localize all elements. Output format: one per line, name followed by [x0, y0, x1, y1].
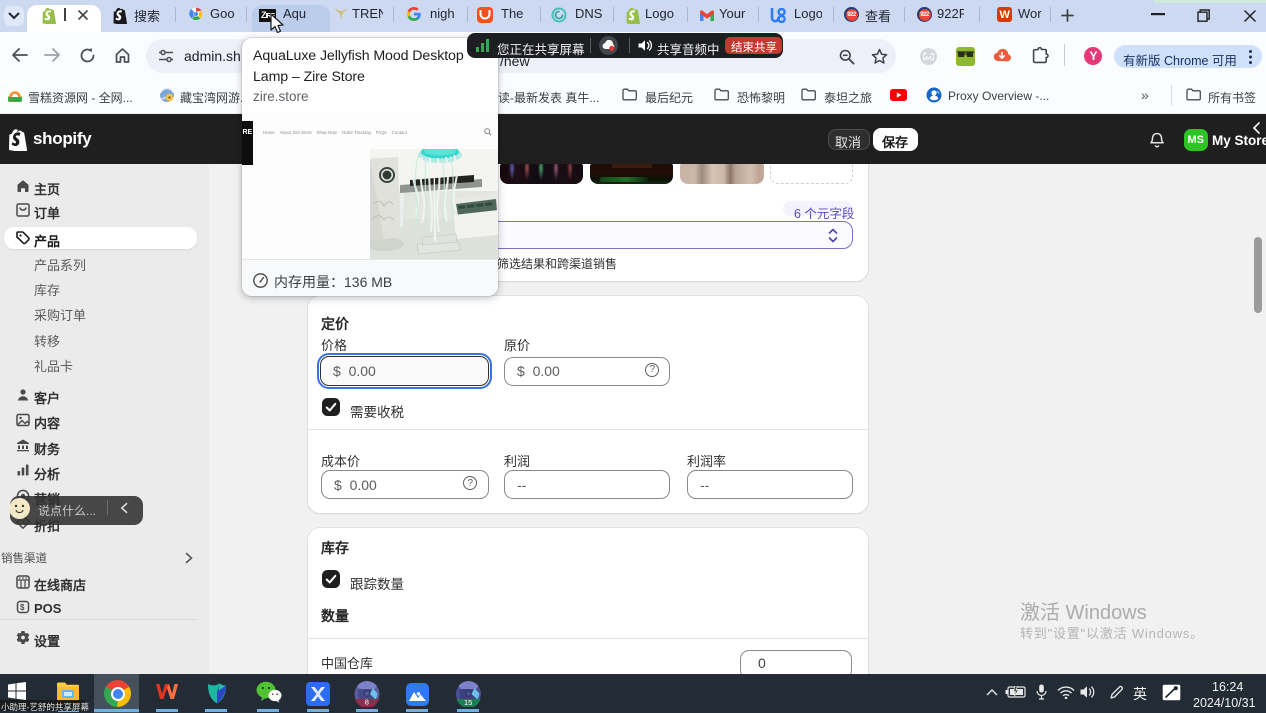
svg-text:15: 15	[464, 698, 472, 707]
svg-text:8: 8	[365, 698, 369, 707]
svg-text:$: $	[20, 603, 25, 612]
